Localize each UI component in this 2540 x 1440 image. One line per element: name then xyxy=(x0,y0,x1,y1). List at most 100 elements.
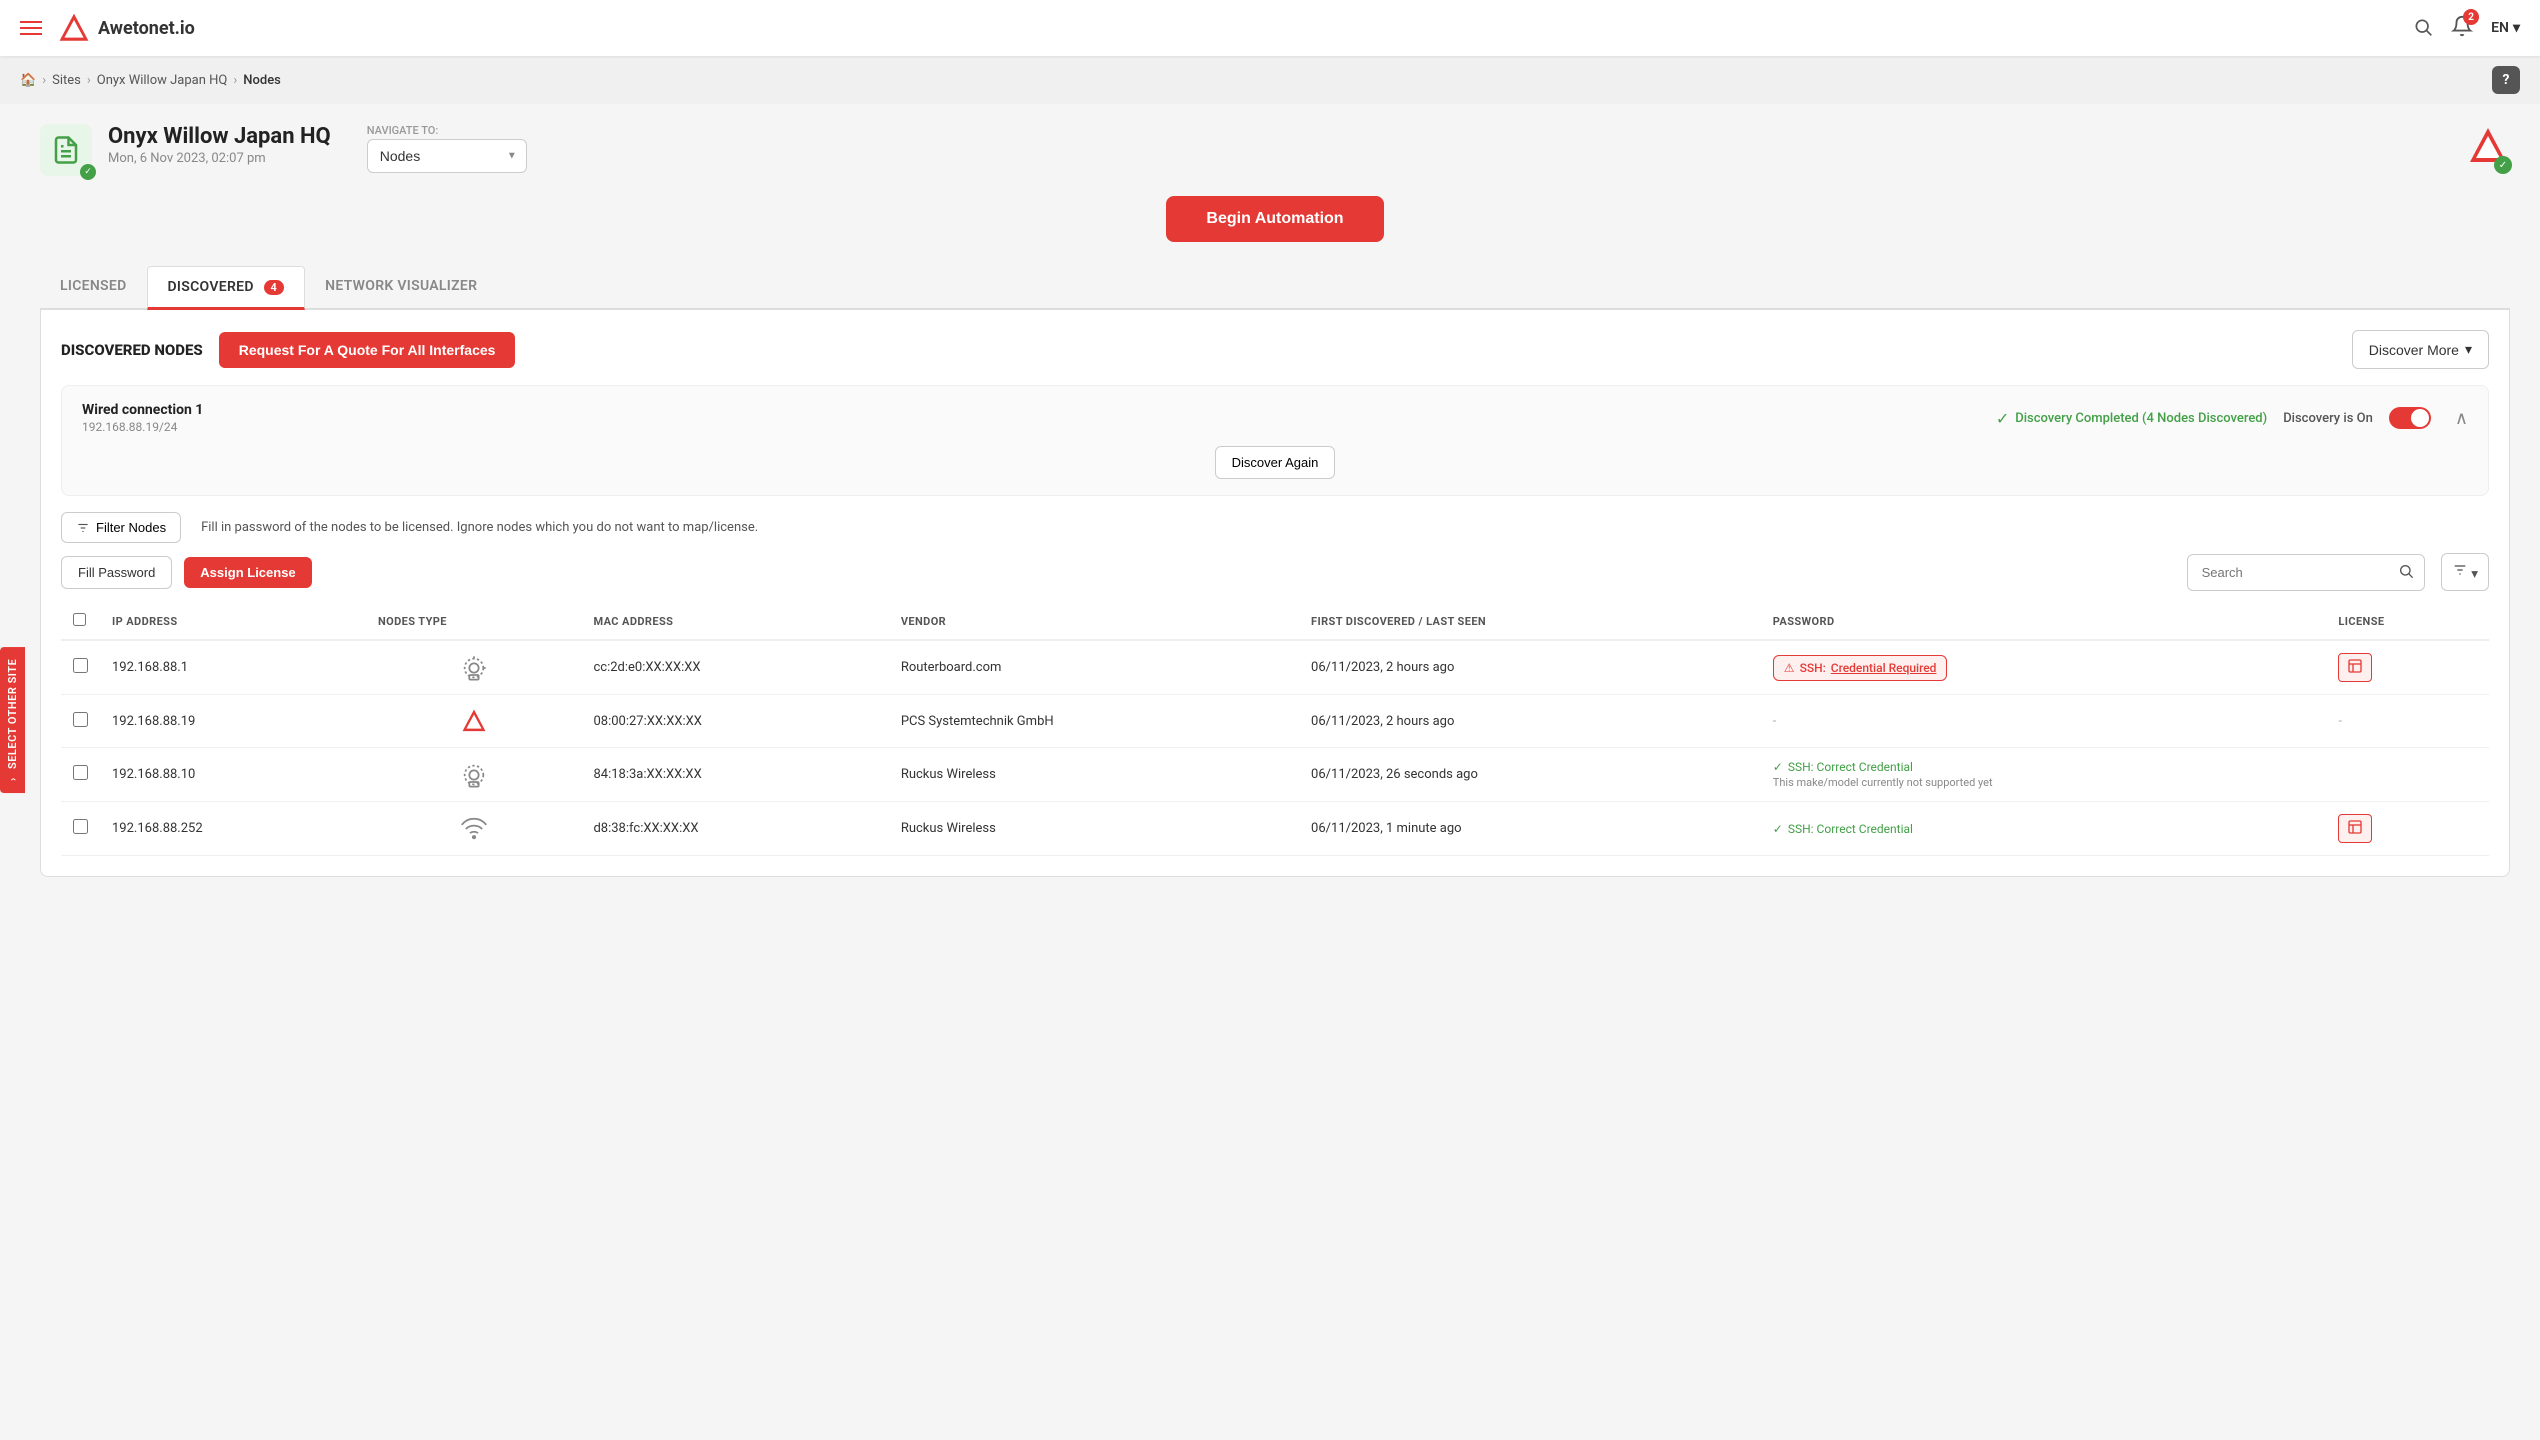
breadcrumb: 🏠 › Sites › Onyx Willow Japan HQ › Nodes xyxy=(20,73,281,88)
row-checkbox[interactable] xyxy=(73,658,88,673)
table-row: 192.168.88.1 cc:2d:e0:XX:XX xyxy=(61,640,2489,695)
cell-first-seen: 06/11/2023, 2 hours ago xyxy=(1299,695,1761,748)
cell-first-seen: 06/11/2023, 26 seconds ago xyxy=(1299,748,1761,802)
breadcrumb-bar: 🏠 › Sites › Onyx Willow Japan HQ › Nodes… xyxy=(0,56,2540,104)
cell-license: - xyxy=(2326,695,2489,748)
cell-license xyxy=(2326,748,2489,802)
quote-button[interactable]: Request For A Quote For All Interfaces xyxy=(219,332,516,368)
brand-name: Awetonet.io xyxy=(98,18,195,39)
help-button[interactable]: ? xyxy=(2492,66,2520,94)
row-checkbox[interactable] xyxy=(73,712,88,727)
notifications-bell[interactable]: 2 xyxy=(2451,15,2473,41)
nodes-table: IP ADDRESS NODES TYPE MAC ADDRESS VENDOR… xyxy=(61,603,2489,856)
robot-node-icon xyxy=(460,707,488,735)
th-vendor: VENDOR xyxy=(889,603,1299,640)
tab-network-visualizer[interactable]: NETWORK VISUALIZER xyxy=(305,266,497,310)
discovered-panel: DISCOVERED NODES Request For A Quote For… xyxy=(40,310,2510,877)
wired-ip: 192.168.88.19/24 xyxy=(82,420,1980,434)
wired-connection-box: Wired connection 1 192.168.88.19/24 ✓ Di… xyxy=(61,385,2489,496)
discovery-toggle[interactable] xyxy=(2389,407,2431,429)
filter-row: Filter Nodes Fill in password of the nod… xyxy=(61,512,2489,543)
navigate-dropdown[interactable]: Nodes Overview Settings xyxy=(367,139,527,173)
breadcrumb-sep-3: › xyxy=(233,73,237,88)
hamburger-menu[interactable] xyxy=(20,17,42,39)
filter-nodes-button[interactable]: Filter Nodes xyxy=(61,512,181,543)
password-status-cell: ✓ SSH: Correct Credential This make/mode… xyxy=(1773,760,2315,789)
search-icon xyxy=(2413,17,2433,37)
notification-count: 2 xyxy=(2463,9,2479,25)
cell-vendor: Routerboard.com xyxy=(889,640,1299,695)
th-ip-address: IP ADDRESS xyxy=(100,603,366,640)
lang-label: EN xyxy=(2491,20,2509,36)
main-content: ✓ Onyx Willow Japan HQ Mon, 6 Nov 2023, … xyxy=(0,104,2540,1434)
row-checkbox[interactable] xyxy=(73,765,88,780)
home-icon[interactable]: 🏠 xyxy=(20,73,36,88)
panel-header: DISCOVERED NODES Request For A Quote For… xyxy=(61,330,2489,369)
filter-description: Fill in password of the nodes to be lice… xyxy=(201,520,758,535)
password-dash: - xyxy=(1773,714,1777,729)
correct-credential: ✓ SSH: Correct Credential xyxy=(1773,822,2315,836)
robot-status-check: ✓ xyxy=(2494,156,2512,174)
search-icon xyxy=(2398,563,2414,579)
cell-mac: cc:2d:e0:XX:XX:XX xyxy=(581,640,888,695)
breadcrumb-sep-2: › xyxy=(87,73,91,88)
wired-info: Wired connection 1 192.168.88.19/24 xyxy=(82,402,1980,434)
tab-discovered-label: DISCOVERED xyxy=(168,279,254,295)
global-search-button[interactable] xyxy=(2413,17,2433,40)
navigate-label: NAVIGATE TO: xyxy=(367,124,527,137)
discover-more-label: Discover More xyxy=(2369,342,2459,358)
tab-licensed-label: LICENSED xyxy=(60,278,127,294)
cell-vendor: PCS Systemtechnik GmbH xyxy=(889,695,1299,748)
collapse-button[interactable]: ∧ xyxy=(2455,408,2468,429)
navigate-select-group: NAVIGATE TO: Nodes Overview Settings xyxy=(367,124,527,173)
node-type-icon xyxy=(378,815,569,843)
th-license: LICENSE xyxy=(2326,603,2489,640)
chevron-down-icon: ▾ xyxy=(2465,341,2472,358)
cell-license xyxy=(2326,640,2489,695)
breadcrumb-current: Nodes xyxy=(243,73,281,88)
table-row: 192.168.88.10 84:18:3a:XX:XX:XX Ruckus W… xyxy=(61,748,2489,802)
search-submit-button[interactable] xyxy=(2388,555,2424,590)
cell-vendor: Ruckus Wireless xyxy=(889,748,1299,802)
begin-automation-button[interactable]: Begin Automation xyxy=(1166,196,1383,242)
top-navigation: Awetonet.io 2 EN ▾ xyxy=(0,0,2540,56)
table-row: 192.168.88.252 d8:38:fc:XX:XX:XX R xyxy=(61,802,2489,856)
row-checkbox[interactable] xyxy=(73,819,88,834)
breadcrumb-site[interactable]: Onyx Willow Japan HQ xyxy=(97,73,228,88)
wifi-icon xyxy=(460,815,488,843)
credential-required-link[interactable]: Credential Required xyxy=(1831,661,1937,675)
search-input[interactable] xyxy=(2188,557,2388,588)
breadcrumb-sites[interactable]: Sites xyxy=(52,73,81,88)
table-filter-button[interactable]: ▾ xyxy=(2441,553,2489,591)
search-wrapper xyxy=(2187,554,2425,591)
fill-password-button[interactable]: Fill Password xyxy=(61,556,172,589)
tab-discovered[interactable]: DISCOVERED 4 xyxy=(147,266,306,310)
language-selector[interactable]: EN ▾ xyxy=(2491,20,2520,36)
discovery-label: Discovery is On xyxy=(2283,411,2373,426)
tab-licensed[interactable]: LICENSED xyxy=(40,266,147,310)
discover-more-button[interactable]: Discover More ▾ xyxy=(2352,330,2489,369)
license-icon-button[interactable] xyxy=(2338,814,2372,843)
license-icon-button[interactable] xyxy=(2338,653,2372,682)
correct-cred-text: SSH: Correct Credential xyxy=(1788,822,1913,836)
node-type-icon xyxy=(378,654,569,682)
filter-nodes-label: Filter Nodes xyxy=(96,520,166,535)
license-icon xyxy=(2347,819,2363,835)
cell-mac: d8:38:fc:XX:XX:XX xyxy=(581,802,888,856)
select-all-checkbox[interactable] xyxy=(73,613,86,626)
logo-area: Awetonet.io xyxy=(58,12,195,44)
logo-icon xyxy=(58,12,90,44)
panel-title: DISCOVERED NODES xyxy=(61,341,203,359)
assign-license-button[interactable]: Assign License xyxy=(184,557,311,588)
select-other-site-tab[interactable]: › SELECT OTHER SITE xyxy=(0,647,25,793)
license-dash: - xyxy=(2338,714,2342,729)
tabs: LICENSED DISCOVERED 4 NETWORK VISUALIZER xyxy=(40,266,2510,310)
cell-mac: 08:00:27:XX:XX:XX xyxy=(581,695,888,748)
site-status-check: ✓ xyxy=(80,164,96,180)
cell-password: ⚠ SSH: Credential Required xyxy=(1761,640,2327,695)
cell-ip: 192.168.88.19 xyxy=(100,695,366,748)
site-icon: ✓ xyxy=(40,124,92,176)
credential-required-badge: ⚠ SSH: Credential Required xyxy=(1773,655,1948,681)
check-icon: ✓ xyxy=(1773,822,1783,836)
discover-again-button[interactable]: Discover Again xyxy=(1215,446,1336,479)
